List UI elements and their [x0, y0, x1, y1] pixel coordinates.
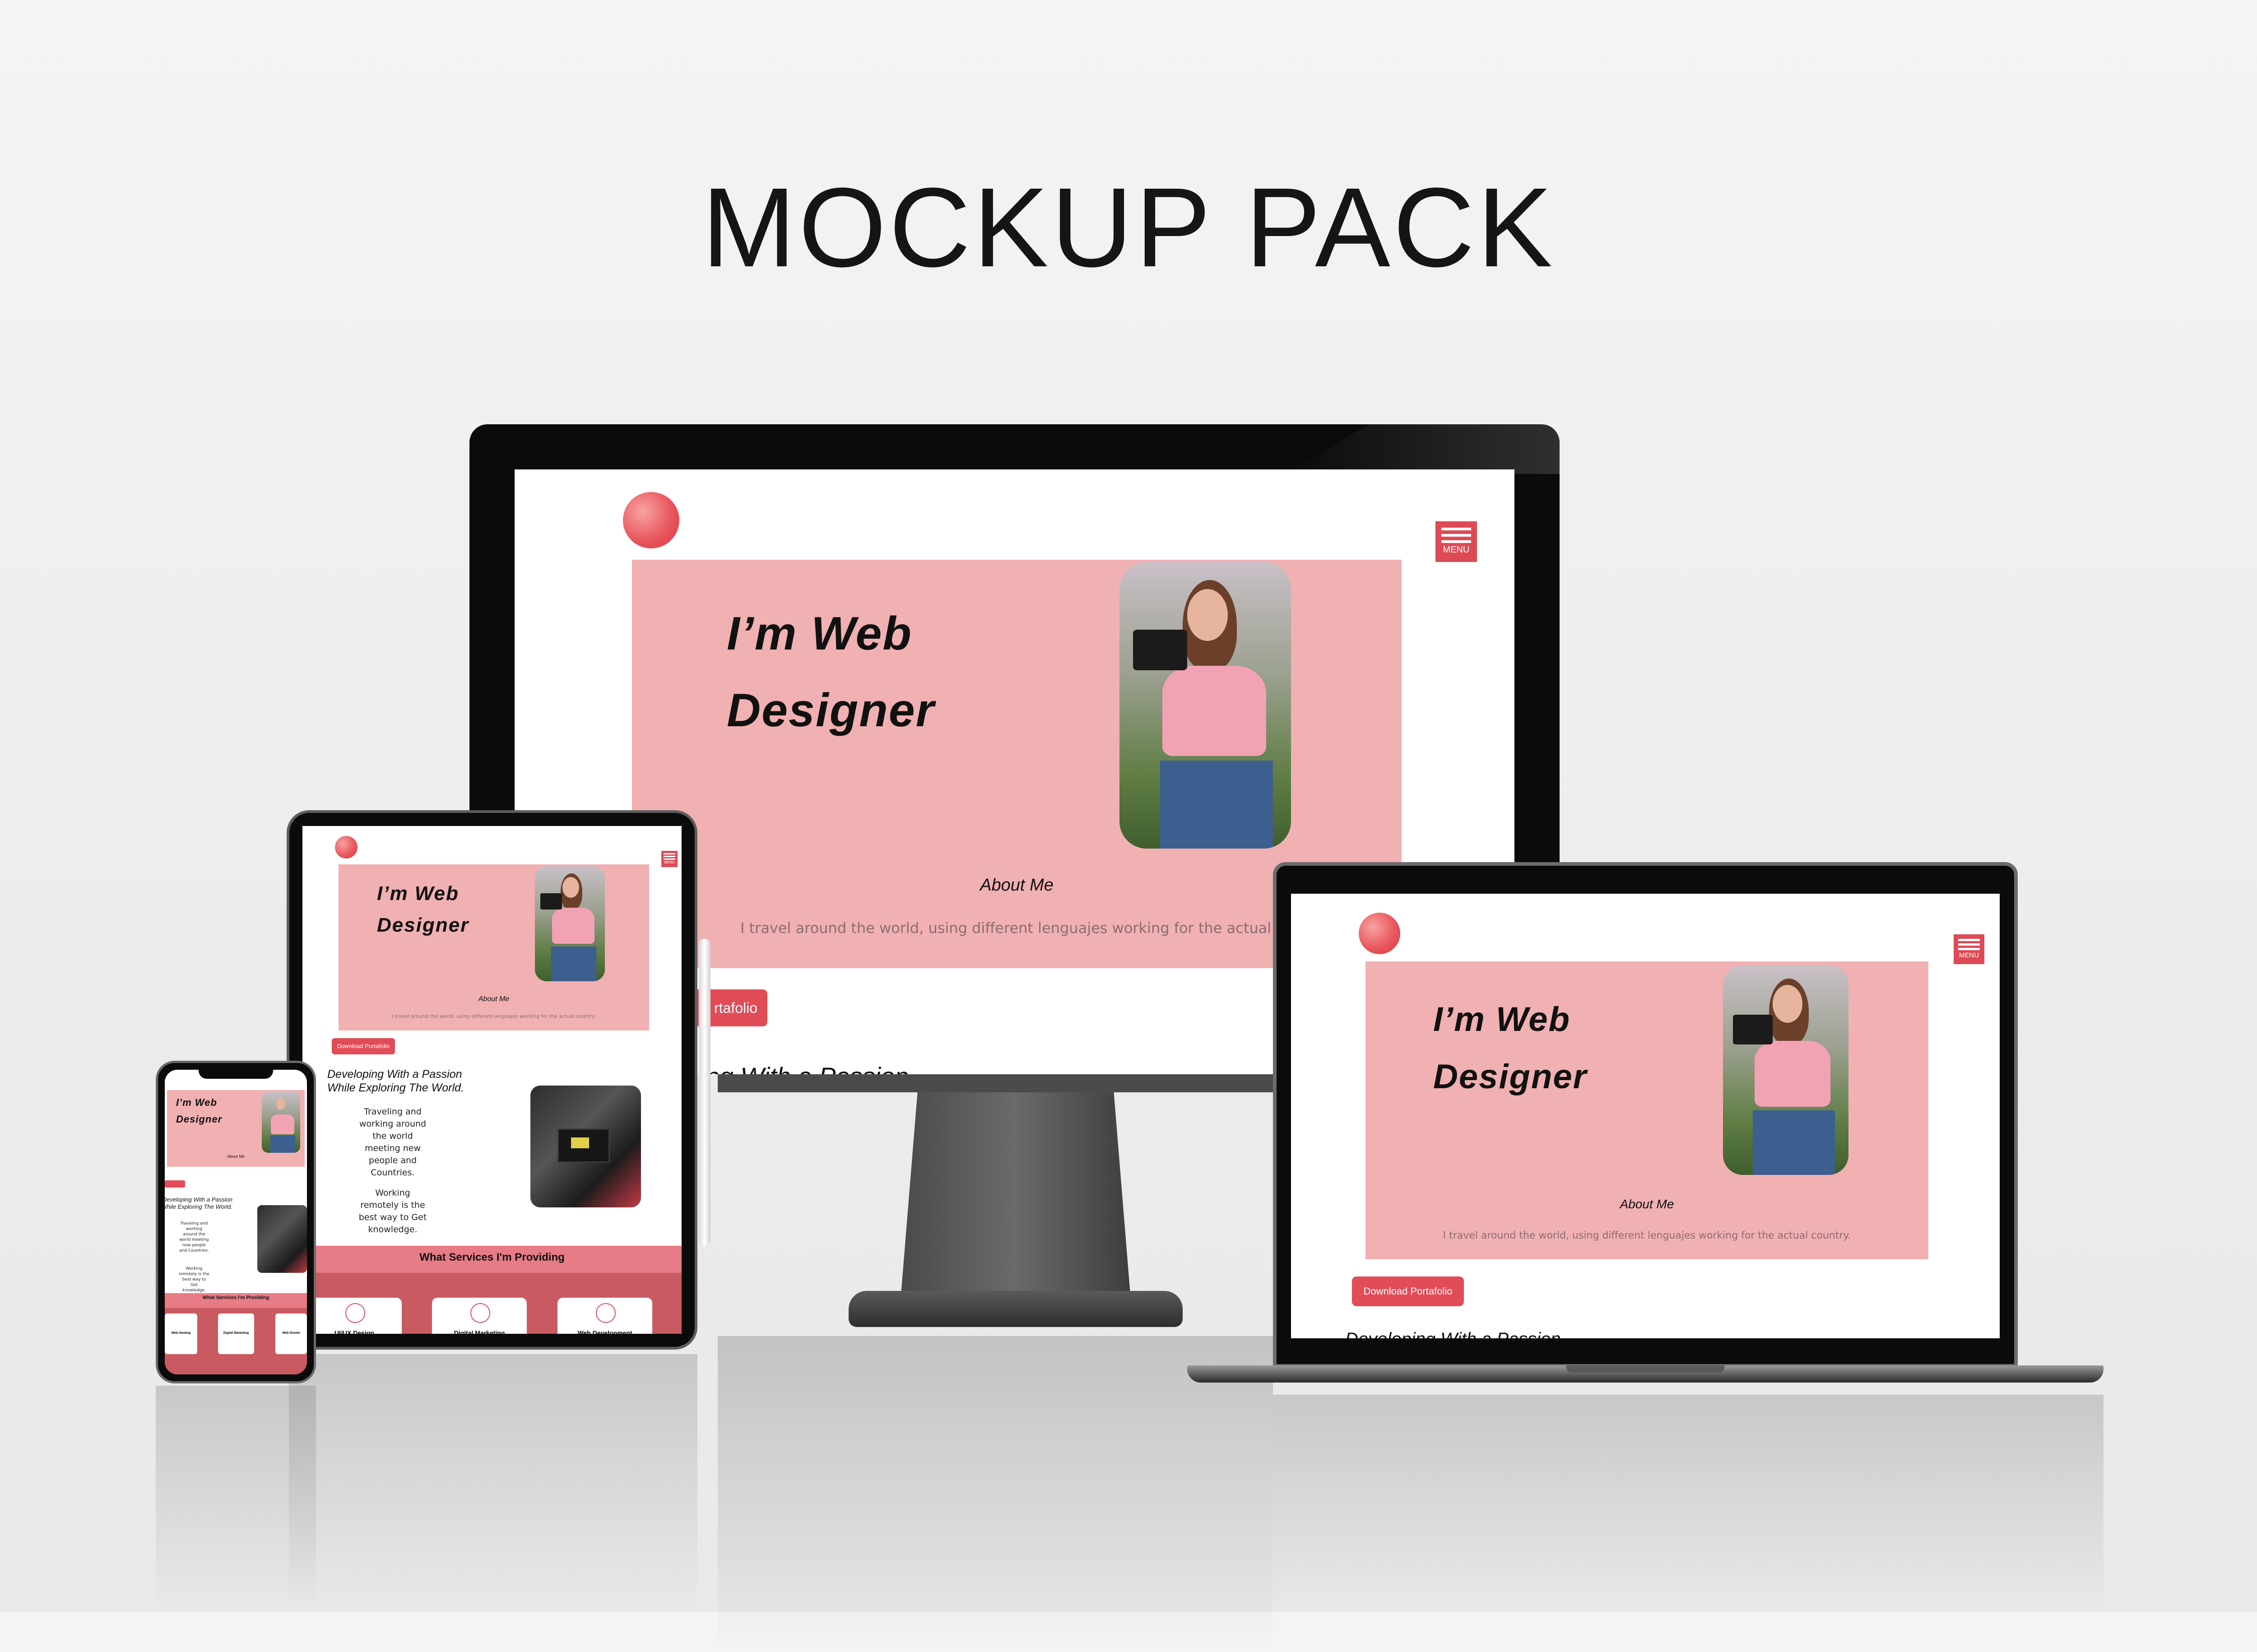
service-card[interactable]: Web Development	[557, 1298, 652, 1334]
services-band: What Services I'm Providing Web Hosting …	[165, 1293, 307, 1374]
monitor-screen: MENU I’m Web Designer About Me I travel …	[515, 469, 1514, 1074]
download-button[interactable]: Download Portafolio	[332, 1038, 395, 1054]
menu-button[interactable]: MENU	[1954, 934, 1984, 964]
about-title: About Me	[478, 995, 510, 1003]
section-heading: Developing With a Passion While Explorin…	[327, 1068, 464, 1094]
laptop-photo	[257, 1205, 307, 1273]
about-text: I travel around the world, using differe…	[1443, 1230, 1851, 1241]
service-icon	[345, 1303, 365, 1323]
download-button[interactable]: rtafolio	[664, 989, 767, 1026]
menu-button[interactable]: MENU	[1435, 521, 1477, 562]
logo-icon	[335, 836, 358, 858]
service-label: Web Develo	[282, 1332, 300, 1335]
hero-title-line2: Designer	[1433, 1058, 1588, 1096]
hero-section: I’m Web Designer About Me I travel aroun…	[339, 864, 649, 1030]
hero-title-line2: Designer	[176, 1114, 223, 1125]
remote-text: Working remotely is the best way to Get …	[358, 1188, 427, 1234]
menu-label: MENU	[1959, 951, 1979, 959]
hero-photo	[1119, 562, 1291, 849]
hero-title-line1: I’m Web	[377, 882, 459, 905]
logo-icon	[1359, 913, 1400, 954]
hero-photo	[535, 866, 605, 981]
section-heading: ing With a Passion	[700, 1062, 909, 1074]
page-title: MOCKUP PACK	[701, 164, 1556, 290]
hero-title-line2: Designer	[727, 684, 935, 737]
about-title: About Me	[1620, 1197, 1674, 1211]
services-heading: What Services I'm Providing	[419, 1251, 565, 1263]
services-heading: What Services I'm Providing	[202, 1295, 269, 1300]
menu-label: MENU	[1443, 545, 1470, 555]
monitor-bezel	[469, 424, 1560, 1074]
hero-photo	[1723, 965, 1848, 1175]
laptop-photo	[530, 1086, 641, 1207]
service-label: Web Hosting	[171, 1332, 191, 1335]
menu-label: MENU	[664, 860, 675, 864]
services-band: What Services I'm Providing UI/UX Design…	[302, 1246, 682, 1334]
service-card[interactable]: Web Hosting	[165, 1313, 197, 1354]
hero-section: I’m Web Designer About Me	[167, 1090, 305, 1167]
service-icon	[596, 1303, 616, 1323]
hero-title-line1: I’m Web	[1433, 1000, 1570, 1039]
tablet-screen: MENU I’m Web Designer About Me I travel …	[302, 826, 682, 1334]
service-label: Digital Marketing	[454, 1329, 505, 1334]
laptop-lid	[1273, 862, 2018, 1368]
phone-notch	[199, 1066, 273, 1079]
service-card[interactable]: UI/UX Design	[307, 1298, 402, 1334]
hero-section: I’m Web Designer About Me I travel aroun…	[1365, 961, 1928, 1259]
phone-frame	[156, 1061, 316, 1383]
hero-title-line1: I’m Web	[176, 1097, 217, 1108]
about-title: About Me	[980, 876, 1054, 895]
download-button[interactable]	[165, 1180, 185, 1188]
service-icon	[470, 1303, 490, 1323]
about-title: About Me	[227, 1154, 245, 1159]
about-text: I travel around the world, using differe…	[392, 1013, 596, 1019]
hero-title-line2: Designer	[377, 914, 469, 936]
section-heading: Developing With a Passion	[1345, 1329, 1561, 1338]
remote-text: Working remotely is the best way to Get …	[179, 1267, 209, 1293]
stylus-pencil	[699, 939, 711, 1246]
hero-title-line1: I’m Web	[727, 608, 912, 660]
phone-screen: I’m Web Designer About Me Developing Wit…	[165, 1070, 307, 1374]
hero-photo	[262, 1092, 300, 1153]
hero-section: I’m Web Designer About Me I travel aroun…	[632, 560, 1402, 968]
about-text: I travel around the world, using differe…	[740, 919, 1317, 937]
logo-icon	[623, 492, 679, 548]
service-card[interactable]: Digital Marketing	[432, 1298, 527, 1334]
tablet-frame	[287, 810, 697, 1350]
travel-text: Traveling and working around the world m…	[359, 1107, 427, 1178]
download-button[interactable]: Download Portafolio	[1352, 1276, 1464, 1306]
service-card[interactable]: Digital Marketing	[218, 1313, 254, 1354]
service-label: Digital Marketing	[223, 1332, 249, 1335]
section-heading: Developing With a Passion While Explorin…	[165, 1196, 232, 1210]
service-label: Web Development	[577, 1329, 632, 1334]
service-label: UI/UX Design	[334, 1329, 374, 1334]
laptop-screen: MENU I’m Web Designer About Me I travel …	[1291, 894, 2000, 1338]
travel-text: Traveling and working around the world m…	[179, 1221, 209, 1253]
service-card[interactable]: Web Develo	[275, 1313, 307, 1354]
monitor-stand	[901, 1074, 1131, 1300]
menu-button[interactable]: MENU	[661, 851, 678, 867]
